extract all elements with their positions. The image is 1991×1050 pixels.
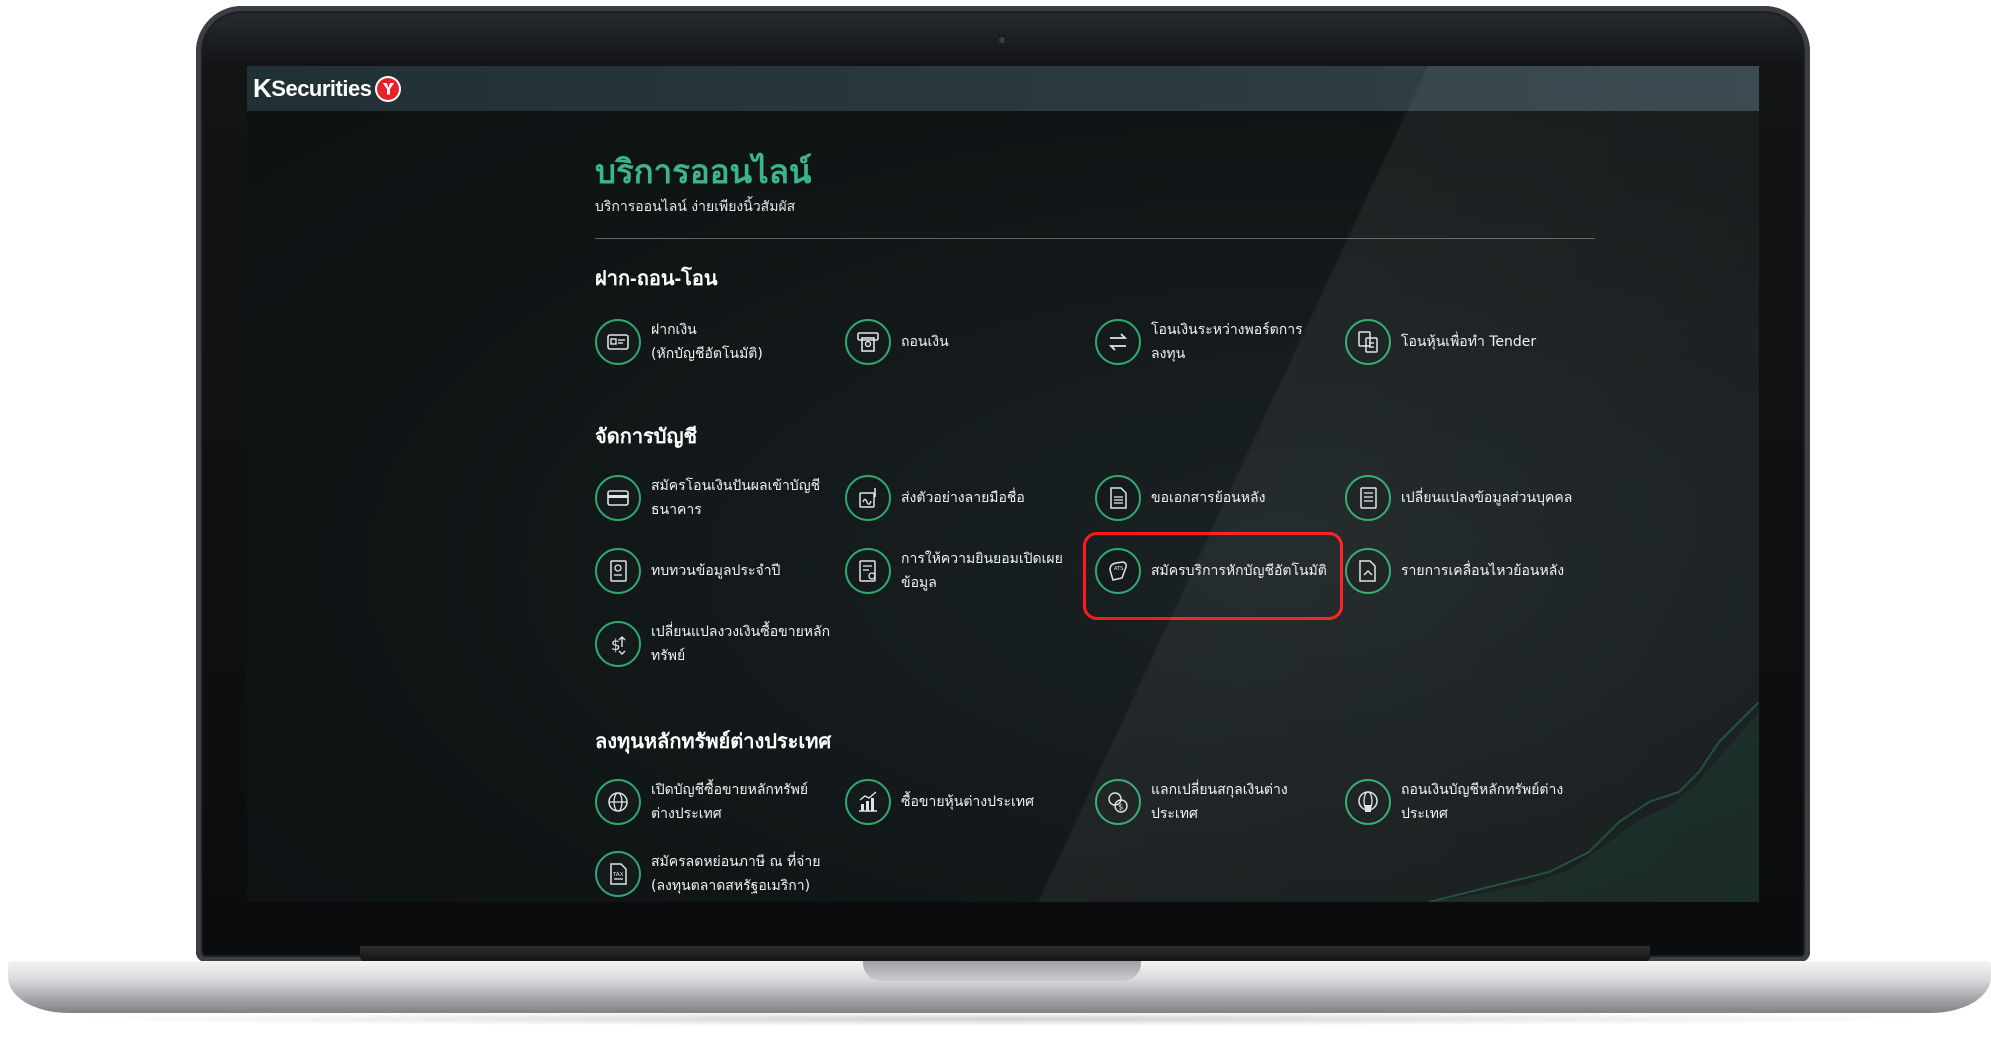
stock-chart-icon: [845, 779, 891, 825]
service-tile-label: แลกเปลี่ยนสกุลเงินต่างประเทศ: [1151, 782, 1288, 822]
bank-card-icon: [595, 475, 641, 521]
laptop-shadow: [40, 1012, 1960, 1026]
section-deposit-withdraw-transfer: ฝาก-ถอน-โอน: [595, 262, 718, 294]
service-tile-label: ส่งตัวอย่างลายมือชื่อ: [901, 490, 1025, 506]
service-tile-label: โอนหุ้นเพื่อทำ Tender: [1401, 334, 1537, 350]
ksecurities-logo[interactable]: K Securities: [253, 73, 400, 104]
currency-exchange-icon: $: [1095, 779, 1141, 825]
service-tile-bank-card[interactable]: สมัครโอนเงินปันผลเข้าบัญชี ธนาคาร: [595, 470, 835, 526]
service-tile-label: ฝากเงิน (หักบัญชีอัตโนมัติ): [651, 322, 763, 362]
top-bar: K Securities: [247, 66, 1759, 111]
section-title: ลงทุนหลักทรัพย์ต่างประเทศ: [595, 731, 832, 753]
service-tile-globe[interactable]: เปิดบัญชีซื้อขายหลักทรัพย์ ต่างประเทศ: [595, 774, 835, 830]
cash-card-icon: [595, 319, 641, 365]
service-tile-dollar-exchange[interactable]: $ เปลี่ยนแปลงวงเงินซื้อขายหลัก ทรัพย์: [595, 616, 835, 672]
logo-text: Securities: [271, 75, 372, 101]
globe-icon: [595, 779, 641, 825]
service-tile-review-profile[interactable]: ทบทวนข้อมูลประจำปี: [595, 543, 835, 599]
service-tile-consent-document[interactable]: การให้ความยินยอมเปิดเผย ข้อมูล: [845, 543, 1085, 599]
service-tile-label: ทบทวนข้อมูลประจำปี: [651, 563, 781, 579]
laptop-screen: K Securities บริการออนไลน์ บริการออนไลน์ …: [247, 66, 1759, 902]
statement-history-icon: [1345, 548, 1391, 594]
dollar-exchange-icon: $: [595, 621, 641, 667]
service-tile-share-transfer[interactable]: โอนหุ้นเพื่อทำ Tender: [1345, 314, 1585, 370]
section-title: ฝาก-ถอน-โอน: [595, 268, 718, 290]
service-tile-atm-withdraw[interactable]: ถอนเงิน: [845, 314, 1085, 370]
service-tile-label: ถอนเงิน: [901, 334, 949, 350]
service-tile-label: สมัครโอนเงินปันผลเข้าบัญชี ธนาคาร: [651, 478, 821, 518]
service-tile-profile-document[interactable]: เปลี่ยนแปลงข้อมูลส่วนบุคคล: [1345, 470, 1585, 526]
webcam: [996, 34, 1008, 46]
service-tile-label: รายการเคลื่อนไหวย้อนหลัง: [1401, 563, 1565, 579]
document-icon: [1095, 475, 1141, 521]
service-tile-stock-chart[interactable]: ซื้อขายหุ้นต่างประเทศ: [845, 774, 1085, 830]
service-tile-statement-history[interactable]: รายการเคลื่อนไหวย้อนหลัง: [1345, 543, 1585, 599]
atm-withdraw-icon: [845, 319, 891, 365]
profile-document-icon: [1345, 475, 1391, 521]
service-tile-label: สมัครลดหย่อนภาษี ณ ที่จ่าย (ลงทุนตลาดสหร…: [651, 854, 821, 894]
signature-icon: [845, 475, 891, 521]
kbank-logo-icon: [377, 77, 400, 100]
service-tile-label: โอนเงินระหว่างพอร์ตการ ลงทุน: [1151, 322, 1303, 362]
globe-withdraw-icon: [1345, 779, 1391, 825]
laptop-hinge: [360, 946, 1650, 962]
transfer-arrows-icon: [1095, 319, 1141, 365]
header-divider: [595, 238, 1595, 239]
section-account-management: จัดการบัญชี: [595, 420, 697, 452]
page-subtitle: บริการออนไลน์ ง่ายเพียงนิ้วสัมผัส: [595, 199, 796, 215]
page-header: บริการออนไลน์ บริการออนไลน์ ง่ายเพียงนิ้…: [595, 152, 1595, 218]
service-tile-label: เปิดบัญชีซื้อขายหลักทรัพย์ ต่างประเทศ: [651, 782, 809, 822]
service-tile-tax-document[interactable]: TAX สมัครลดหย่อนภาษี ณ ที่จ่าย (ลงทุนตลาด…: [595, 846, 835, 902]
page-title: บริการออนไลน์: [595, 153, 812, 190]
service-tile-label: ขอเอกสารย้อนหลัง: [1151, 490, 1266, 506]
consent-document-icon: [845, 548, 891, 594]
section-title: จัดการบัญชี: [595, 426, 698, 448]
review-profile-icon: [595, 548, 641, 594]
service-tile-label: เปลี่ยนแปลงวงเงินซื้อขายหลัก ทรัพย์: [651, 624, 831, 664]
service-tile-cash-card[interactable]: ฝากเงิน (หักบัญชีอัตโนมัติ): [595, 314, 835, 370]
share-transfer-icon: [1345, 319, 1391, 365]
service-tile-transfer-arrows[interactable]: โอนเงินระหว่างพอร์ตการ ลงทุน: [1095, 314, 1335, 370]
laptop-notch: [863, 961, 1141, 981]
service-tile-signature[interactable]: ส่งตัวอย่างลายมือชื่อ: [845, 470, 1085, 526]
logo-k: K: [253, 73, 272, 103]
section-foreign-investment: ลงทุนหลักทรัพย์ต่างประเทศ: [595, 725, 831, 757]
highlight-box: [1083, 532, 1343, 620]
service-tile-currency-exchange[interactable]: $ แลกเปลี่ยนสกุลเงินต่างประเทศ: [1095, 774, 1335, 830]
service-tile-document[interactable]: ขอเอกสารย้อนหลัง: [1095, 470, 1335, 526]
tax-document-icon: TAX: [595, 851, 641, 897]
background-chart-decoration: [1429, 702, 1759, 902]
service-tile-label: ซื้อขายหุ้นต่างประเทศ: [901, 794, 1034, 810]
service-tile-label: เปลี่ยนแปลงข้อมูลส่วนบุคคล: [1401, 490, 1573, 506]
service-tile-label: การให้ความยินยอมเปิดเผย ข้อมูล: [901, 551, 1063, 591]
svg-text:$: $: [1118, 803, 1123, 812]
laptop-mockup: K Securities บริการออนไลน์ บริการออนไลน์ …: [0, 0, 1991, 1050]
svg-text:TAX: TAX: [612, 872, 624, 878]
